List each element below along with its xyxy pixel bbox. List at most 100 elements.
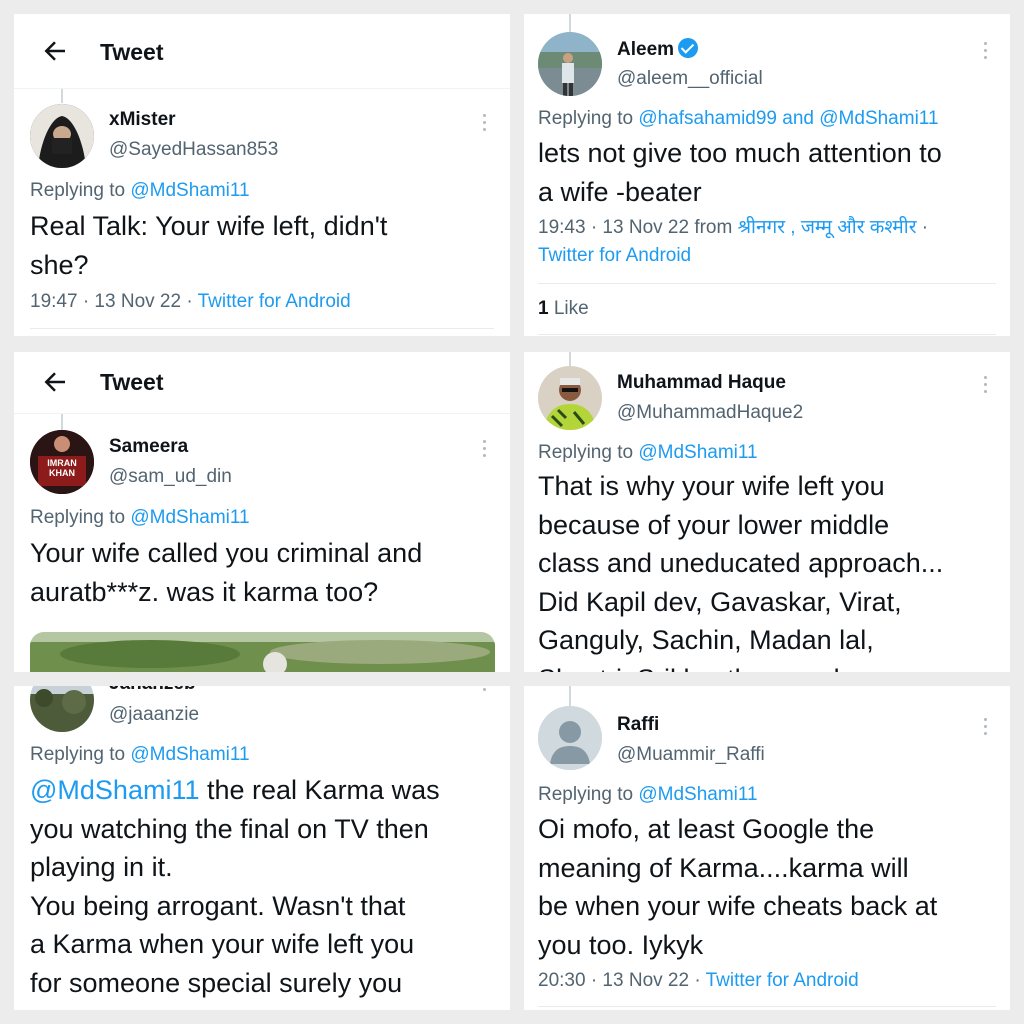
tweet-text: @MdShami11 the real Karma was you watchi…: [30, 771, 508, 1002]
back-arrow-icon[interactable]: [40, 36, 70, 66]
thread-line: [569, 352, 571, 366]
display-name[interactable]: Aleem: [617, 38, 699, 61]
replying-to: Replying to @MdShami11: [538, 442, 758, 464]
timestamp[interactable]: 20:30 · 13 Nov 22 ·: [538, 970, 706, 991]
display-name[interactable]: Sameera: [109, 436, 188, 458]
divider: [538, 283, 996, 284]
default-avatar-icon: [538, 706, 602, 770]
avatar[interactable]: [538, 706, 602, 770]
tweet-text-line: lets not give too much attention to: [538, 138, 942, 168]
header-title: Tweet: [100, 369, 164, 395]
tweet-header: Tweet: [14, 14, 510, 89]
user-handle[interactable]: @MuhammadHaque2: [617, 402, 803, 424]
tweet-panel-muhammad-haque: Muhammad Haque @MuhammadHaque2 Replying …: [524, 352, 1010, 672]
avatar-caption: KHAN: [49, 468, 75, 478]
replying-prefix: Replying to: [30, 744, 126, 765]
timestamp[interactable]: 19:43 · 13 Nov 22 from: [538, 217, 738, 238]
tweet-text: lets not give too much attention to a wi…: [538, 134, 1008, 211]
mention-link[interactable]: @MdShami11: [638, 784, 757, 805]
tweet-source: Twitter for Android: [538, 242, 691, 270]
source-link[interactable]: Twitter for Android: [198, 291, 351, 312]
back-arrow-icon[interactable]: [40, 367, 70, 397]
replying-and: and: [777, 108, 820, 129]
tweet-text-line: because of your lower middle: [538, 509, 890, 540]
avatar[interactable]: [30, 686, 94, 732]
tweet-text-line: she?: [30, 249, 89, 280]
user-handle[interactable]: @Muammir_Raffi: [617, 744, 765, 766]
avatar[interactable]: [30, 104, 94, 168]
location-link[interactable]: श्रीनगर , जम्मू और कश्मीर: [738, 217, 917, 238]
replying-to: Replying to @MdShami11: [30, 180, 250, 202]
display-name[interactable]: Muhammad Haque: [617, 372, 786, 394]
more-options-icon[interactable]: [982, 376, 988, 398]
replying-prefix: Replying to: [538, 108, 634, 129]
divider: [538, 1006, 996, 1007]
tweet-text-line: meaning of Karma....karma will: [538, 852, 909, 883]
more-options-icon[interactable]: [982, 718, 988, 740]
tweet-text-span: the real Karma was: [199, 775, 440, 805]
tweet-text-line: class and uneducated approach...: [538, 548, 944, 578]
replying-prefix: Replying to: [538, 442, 634, 463]
likes-number: 1: [538, 298, 549, 319]
tweet-text: That is why your wife left you because o…: [538, 467, 1008, 672]
media-image[interactable]: [30, 632, 495, 672]
tweet-panel-raffi: Raffi @Muammir_Raffi Replying to @MdSham…: [524, 686, 1010, 1010]
display-name[interactable]: Jahanzeb: [109, 686, 196, 695]
mention-link[interactable]: @MdShami11: [130, 744, 249, 765]
more-options-icon[interactable]: [982, 42, 988, 64]
divider: [30, 328, 494, 329]
more-options-icon[interactable]: [481, 114, 487, 136]
tweet-text: Your wife called you criminal and auratb…: [30, 534, 500, 611]
mention-link[interactable]: @hafsahamid99: [638, 108, 777, 129]
media-photo: [30, 632, 495, 672]
more-options-icon[interactable]: [481, 440, 487, 462]
display-name[interactable]: xMister: [109, 109, 176, 131]
avatar-photo: [30, 104, 94, 168]
tweet-text-line: auratb***z. was it karma too?: [30, 576, 379, 607]
tweet-meta: 19:47 · 13 Nov 22 · Twitter for Android: [30, 288, 351, 316]
tweet-text-line: you too. Iykyk: [538, 929, 704, 960]
thread-line: [61, 89, 63, 103]
header-title: Tweet: [100, 39, 164, 65]
replying-prefix: Replying to: [30, 507, 126, 528]
user-handle[interactable]: @jaaanzie: [109, 704, 199, 726]
likes-count[interactable]: 1 Like: [538, 295, 589, 323]
verified-badge-icon: [678, 38, 699, 58]
mention-link[interactable]: @MdShami11: [130, 507, 249, 528]
tweet-text-line: Did Kapil dev, Gavaskar, Virat,: [538, 586, 902, 617]
timestamp[interactable]: 19:47 · 13 Nov 22 ·: [30, 291, 198, 312]
avatar[interactable]: IMRAN KHAN: [30, 430, 94, 494]
tweet-text-line: a wife -beater: [538, 176, 702, 207]
replying-to: Replying to @MdShami11: [30, 744, 250, 766]
tweet-text-line: for someone special surely you: [30, 967, 403, 998]
source-link[interactable]: Twitter for Android: [538, 245, 691, 266]
mention-link[interactable]: @MdShami11: [30, 775, 199, 805]
tweet-text-line: playing in it.: [30, 852, 173, 882]
mention-link[interactable]: @MdShami11: [130, 180, 249, 201]
source-link[interactable]: Twitter for Android: [706, 970, 859, 991]
tweet-text-line: That is why your wife left you: [538, 471, 885, 501]
user-handle[interactable]: @SayedHassan853: [109, 139, 278, 161]
replying-prefix: Replying to: [30, 180, 126, 201]
replying-to: Replying to @MdShami11: [538, 784, 758, 806]
display-name[interactable]: Raffi: [617, 714, 659, 736]
avatar[interactable]: [538, 32, 602, 96]
tweet-meta: 20:30 · 13 Nov 22 · Twitter for Android: [538, 967, 859, 995]
thread-line: [569, 686, 571, 706]
panel-gap: [14, 672, 510, 686]
tweet-text-line: a Karma when your wife left you: [30, 929, 415, 959]
tweet-panel-aleem: Aleem @aleem__official Replying to @hafs…: [524, 14, 1010, 336]
tweet-text-line: Shastri, Srikkanth, ever do a: [538, 660, 1008, 673]
more-options-icon[interactable]: [481, 686, 487, 696]
mention-link[interactable]: @MdShami11: [638, 442, 757, 463]
replying-to: Replying to @MdShami11: [30, 507, 250, 529]
user-handle[interactable]: @aleem__official: [617, 68, 763, 90]
avatar-photo: [538, 32, 602, 96]
avatar[interactable]: [538, 366, 602, 430]
mention-link[interactable]: @MdShami11: [819, 108, 938, 129]
replying-to: Replying to @hafsahamid99 and @MdShami11: [538, 108, 939, 130]
user-handle[interactable]: @sam_ud_din: [109, 466, 232, 488]
meta-separator: ·: [916, 217, 929, 238]
tweet-text-line: Ganguly, Sachin, Madan lal,: [538, 625, 874, 655]
tweet-text-line: you watching the final on TV then: [30, 813, 429, 844]
